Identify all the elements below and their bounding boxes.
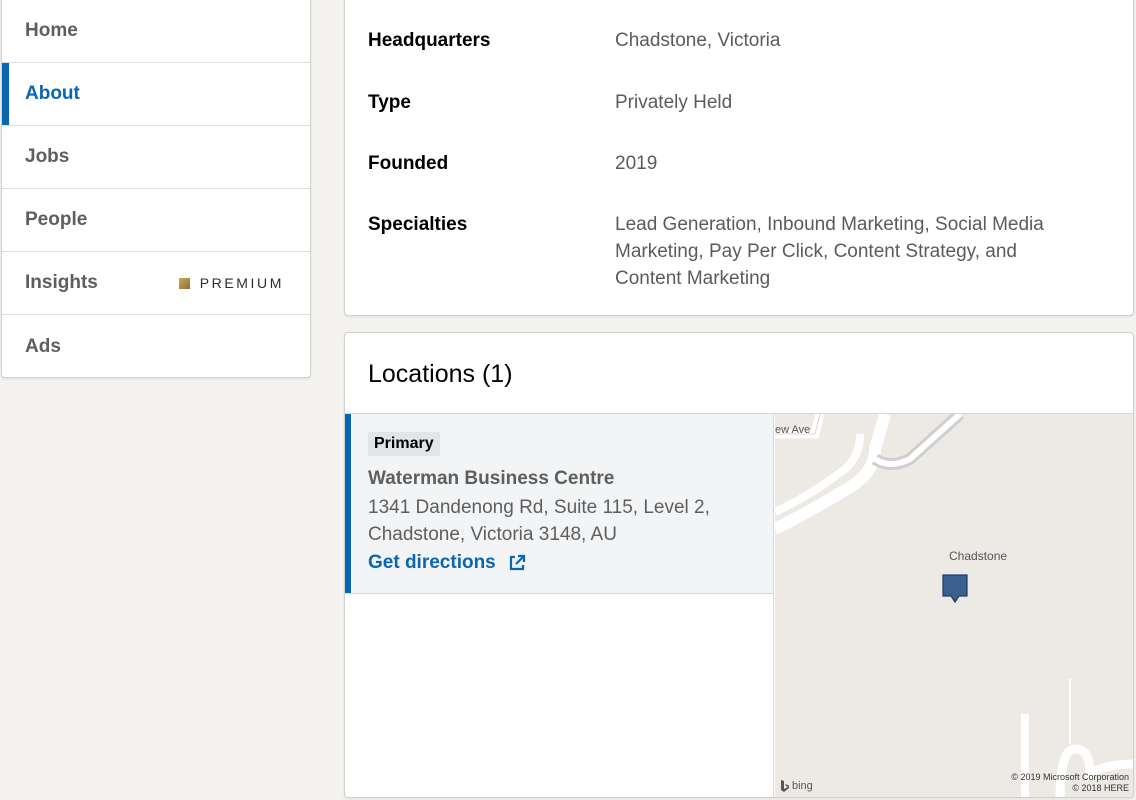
nav-item-about[interactable]: About <box>2 63 310 126</box>
overview-row-headquarters: Headquarters Chadstone, Victoria <box>368 27 1093 54</box>
bing-label: bing <box>792 780 813 792</box>
locations-title: Locations (1) <box>368 360 513 388</box>
nav-item-label: About <box>25 83 80 104</box>
overview-value: Privately Held <box>615 92 733 113</box>
nav-item-label: Home <box>25 20 78 41</box>
locations-body: Primary Waterman Business Centre 1341 Da… <box>345 413 1133 797</box>
premium-badge: PREMIUM <box>178 275 284 291</box>
location-item[interactable]: Primary Waterman Business Centre 1341 Da… <box>345 414 773 594</box>
nav-item-label: People <box>25 209 88 230</box>
nav-item-home[interactable]: Home <box>2 0 310 63</box>
primary-badge: Primary <box>368 432 440 456</box>
get-directions-link[interactable]: Get directions <box>368 552 773 574</box>
map-street-label: ew Ave <box>775 424 811 436</box>
external-link-icon <box>509 554 525 571</box>
location-map[interactable]: ew Ave Chadstone bing © 2019 Microsoft C… <box>775 414 1133 797</box>
get-directions-label: Get directions <box>368 552 496 573</box>
nav-item-label: Ads <box>25 335 61 357</box>
overview-card: Headquarters Chadstone, Victoria Type Pr… <box>344 0 1134 316</box>
overview-row-founded: Founded 2019 <box>368 150 1093 177</box>
location-address: 1341 Dandenong Rd, Suite 115, Level 2, C… <box>368 497 710 545</box>
overview-value: Chadstone, Victoria <box>615 30 781 51</box>
bing-logo: bing <box>780 779 813 793</box>
nav-item-insights[interactable]: Insights PREMIUM <box>2 252 310 315</box>
overview-label: Founded <box>368 153 449 174</box>
nav-item-people[interactable]: People <box>2 189 310 252</box>
nav-item-label: Jobs <box>25 146 70 167</box>
map-copyright: © 2019 Microsoft Corporation © 2018 HERE <box>1011 772 1129 794</box>
overview-value: 2019 <box>615 153 658 174</box>
map-pin-icon[interactable] <box>942 574 968 604</box>
locations-card: Locations (1) Primary Waterman Business … <box>344 332 1134 798</box>
location-list: Primary Waterman Business Centre 1341 Da… <box>345 414 774 797</box>
bing-icon <box>781 780 789 792</box>
overview-label: Headquarters <box>368 30 491 51</box>
nav-item-label: Insights <box>25 272 98 293</box>
overview-row-specialties: Specialties Lead Generation, Inbound Mar… <box>368 211 1093 292</box>
map-copyright-line: © 2019 Microsoft Corporation <box>1011 772 1129 782</box>
overview-label: Specialties <box>368 214 468 235</box>
premium-icon <box>178 277 190 289</box>
nav-item-jobs[interactable]: Jobs <box>2 126 310 189</box>
map-copyright-line: © 2018 HERE <box>1072 783 1129 793</box>
overview-row-type: Type Privately Held <box>368 89 1093 116</box>
map-place-label: Chadstone <box>949 549 1008 563</box>
overview-label: Type <box>368 92 411 113</box>
premium-label: PREMIUM <box>199 275 284 291</box>
nav-item-ads[interactable]: Ads <box>2 315 310 378</box>
company-nav: Home About Jobs People Insights PREMIUM … <box>1 0 311 378</box>
map-roads <box>775 414 1133 797</box>
overview-value: Lead Generation, Inbound Marketing, Soci… <box>615 214 1044 289</box>
location-name: Waterman Business Centre <box>368 468 615 489</box>
